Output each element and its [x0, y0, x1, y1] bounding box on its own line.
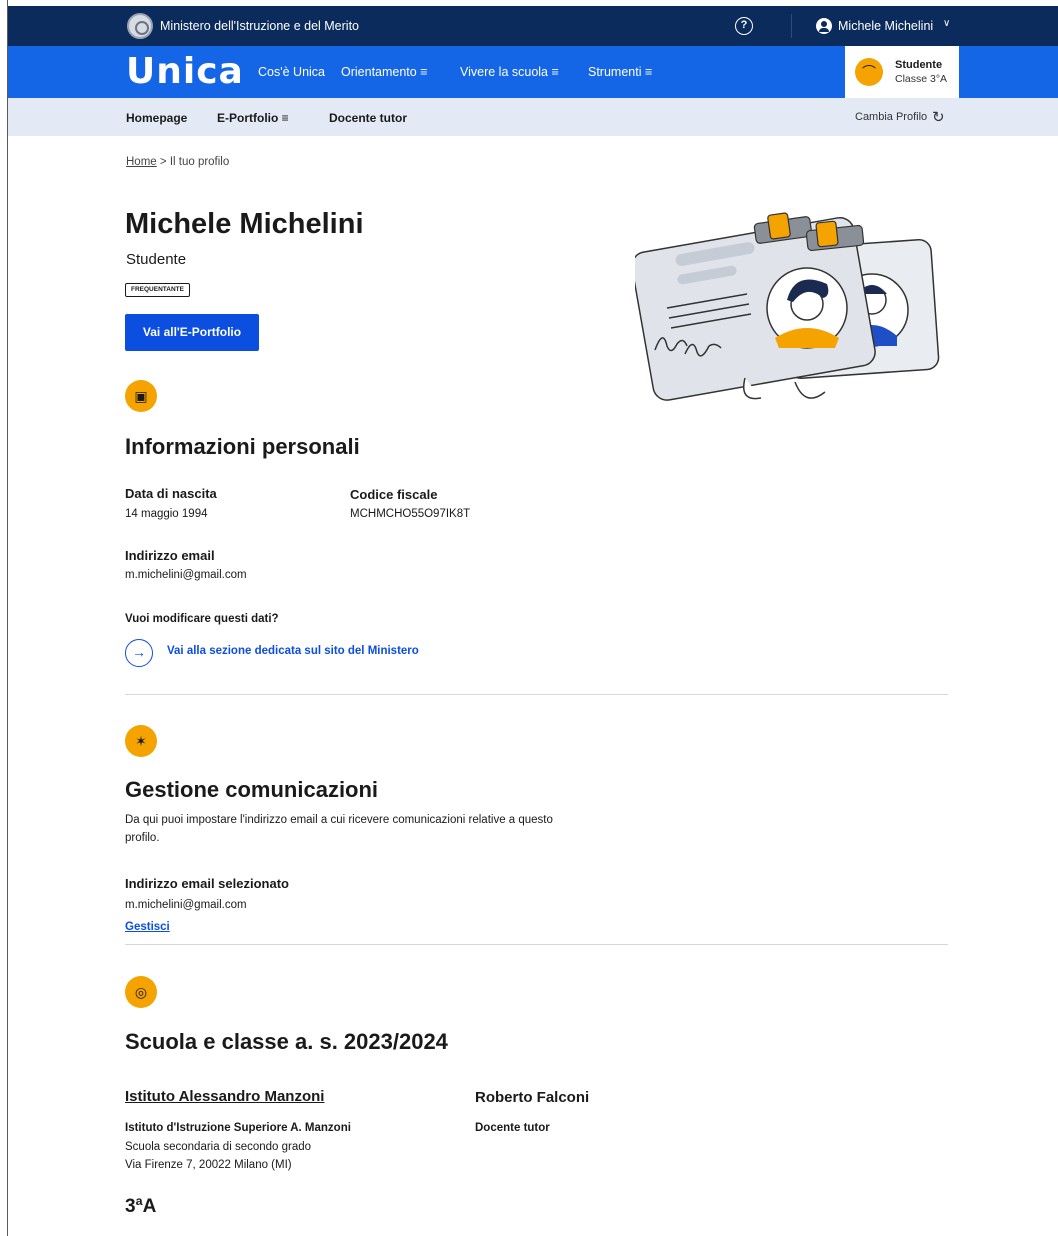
communications-title: Gestione comunicazioni	[125, 777, 379, 802]
nav-vivere-la-scuola[interactable]: Vivere la scuola ≡	[460, 65, 559, 79]
nav-strumenti[interactable]: Strumenti ≡	[588, 65, 652, 79]
sub-navbar: Homepage E-Portfolio ≡ Docente tutor Cam…	[8, 98, 1058, 136]
main-navbar: Unica Cos'è Unica Orientamento ≡ Vivere …	[8, 46, 1058, 98]
manage-email-link[interactable]: Gestisci	[125, 921, 170, 933]
topbar-divider	[791, 14, 792, 38]
switch-profile-icon[interactable]: ↻	[932, 108, 945, 126]
school-full-name: Istituto d'Istruzione Superiore A. Manzo…	[125, 1122, 351, 1134]
profile-role: Studente	[126, 251, 187, 268]
nav-cose-unica[interactable]: Cos'è Unica	[258, 65, 325, 79]
user-avatar-icon[interactable]	[816, 18, 832, 34]
breadcrumb-home[interactable]: Home	[126, 156, 157, 168]
subnav-eportfolio[interactable]: E-Portfolio ≡	[217, 111, 289, 125]
selected-email-label: Indirizzo email selezionato	[125, 876, 289, 891]
cambia-profilo-link[interactable]: Cambia Profilo	[855, 111, 927, 123]
class-label: 3ªA	[125, 1196, 157, 1217]
subnav-docente-tutor[interactable]: Docente tutor	[329, 111, 407, 125]
arrow-right-icon[interactable]: →	[125, 639, 153, 667]
nav-orientamento[interactable]: Orientamento ≡	[341, 65, 428, 79]
republic-emblem-icon	[127, 13, 153, 39]
window-border	[7, 0, 8, 1236]
email-value: m.michelini@gmail.com	[125, 569, 247, 581]
breadcrumb-current: Il tuo profilo	[169, 156, 230, 168]
profile-chip-role: Studente	[895, 59, 943, 71]
breadcrumb: Home > Il tuo profilo	[126, 156, 229, 168]
unica-logo[interactable]: Unica	[126, 50, 244, 94]
chevron-down-icon[interactable]: ∨	[943, 18, 950, 29]
profile-chip[interactable]: ⌒ Studente Classe 3°A	[845, 46, 959, 98]
profile-chip-class: Classe 3°A	[895, 73, 948, 85]
fiscal-code-label: Codice fiscale	[350, 487, 438, 502]
status-badge: FREQUENTANTE	[125, 283, 190, 297]
selected-email-value: m.michelini@gmail.com	[125, 899, 247, 911]
personal-info-title: Informazioni personali	[125, 434, 360, 459]
ministry-section-link[interactable]: Vai alla sezione dedicata sul sito del M…	[167, 645, 419, 657]
eportfolio-button[interactable]: Vai all'E-Portfolio	[125, 314, 259, 351]
section-divider	[125, 694, 948, 695]
birth-date-value: 14 maggio 1994	[125, 508, 208, 520]
user-menu-name[interactable]: Michele Michelini	[838, 19, 933, 33]
section-divider	[125, 944, 948, 945]
school-title: Scuola e classe a. s. 2023/2024	[125, 1029, 448, 1054]
modify-question: Vuoi modificare questi dati?	[125, 613, 279, 625]
school-address: Via Firenze 7, 20022 Milano (MI)	[125, 1159, 292, 1171]
bell-icon: ✶	[125, 725, 157, 757]
top-bar: Ministero dell'Istruzione e del Merito ?…	[8, 6, 1058, 46]
id-card-icon: ▣	[125, 380, 157, 412]
help-icon[interactable]: ?	[735, 17, 753, 35]
breadcrumb-separator: >	[159, 156, 167, 168]
graduation-cap-icon: ⌒	[855, 58, 883, 86]
school-name-link[interactable]: Istituto Alessandro Manzoni	[125, 1088, 324, 1105]
school-type: Scuola secondaria di secondo grado	[125, 1141, 312, 1153]
tutor-role: Docente tutor	[475, 1122, 550, 1134]
subnav-homepage[interactable]: Homepage	[126, 111, 187, 125]
fiscal-code-value: MCHMCHO55O97IK8T	[350, 508, 471, 520]
communications-description-line2: profilo.	[125, 832, 160, 844]
communications-description-line1: Da qui puoi impostare l'indirizzo email …	[125, 814, 553, 826]
tutor-name: Roberto Falconi	[475, 1089, 590, 1106]
email-label: Indirizzo email	[125, 548, 215, 563]
birth-date-label: Data di nascita	[125, 486, 217, 501]
id-cards-illustration	[635, 212, 940, 401]
school-icon: ◎	[125, 976, 157, 1008]
page-title: Michele Michelini	[125, 208, 364, 240]
ministry-name[interactable]: Ministero dell'Istruzione e del Merito	[160, 19, 359, 33]
